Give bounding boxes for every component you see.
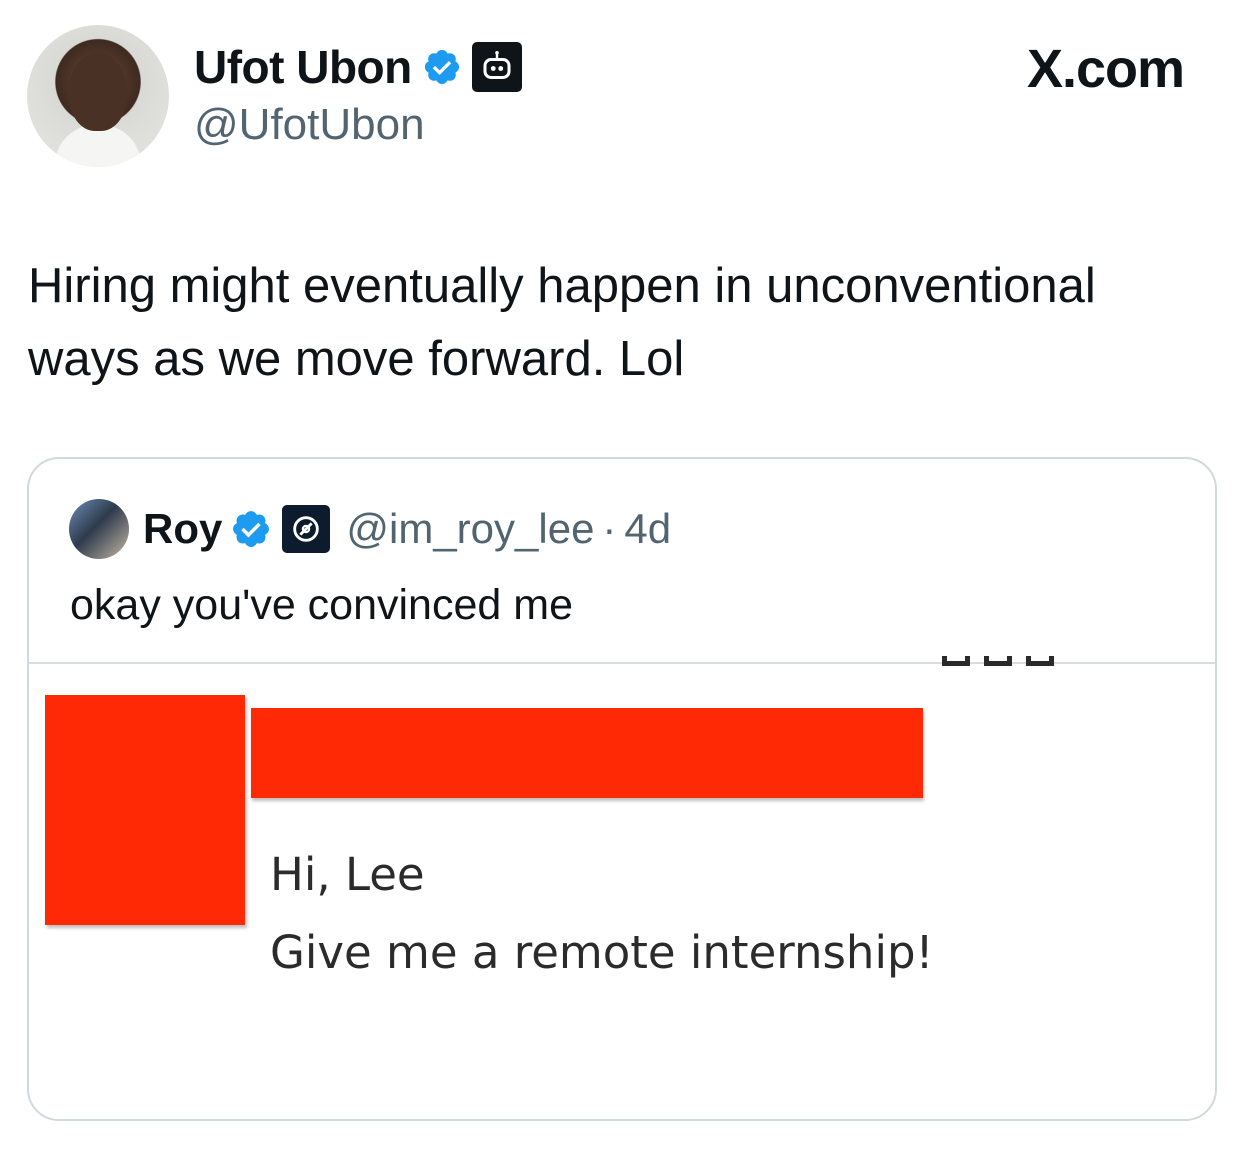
quote-media-image[interactable]: Hi, Lee Give me a remote internship!: [29, 656, 1215, 1119]
quote-text: okay you've convinced me: [70, 581, 573, 629]
avatar-head: [69, 53, 127, 131]
redaction-block-name: [251, 708, 923, 798]
org-badge-icon: [282, 505, 331, 553]
verified-checkmark-icon: [424, 49, 459, 85]
quote-timestamp[interactable]: 4d: [624, 505, 671, 553]
brand-label: X.com: [1026, 39, 1185, 99]
quoted-tweet-card[interactable]: Roy @im_roy_lee · 4d okay you've convinc…: [27, 457, 1217, 1121]
redaction-block-avatar: [45, 695, 245, 925]
robot-badge-icon: [471, 42, 522, 92]
message-body: Give me a remote internship!: [270, 926, 934, 979]
avatar-shirt: [55, 125, 141, 167]
quote-handle[interactable]: @im_roy_lee: [346, 505, 594, 553]
verified-checkmark-icon: [233, 511, 270, 547]
quote-header: Roy @im_roy_lee · 4d: [69, 499, 671, 559]
message-greeting: Hi, Lee: [270, 848, 425, 901]
quote-display-name[interactable]: Roy: [143, 505, 222, 553]
author-display-name[interactable]: Ufot Ubon: [194, 40, 412, 94]
author-avatar[interactable]: [27, 25, 169, 167]
author-name-row: Ufot Ubon: [194, 40, 522, 94]
quote-avatar[interactable]: [69, 499, 129, 559]
quote-separator: ·: [602, 505, 617, 552]
cropped-date-text: [942, 656, 1092, 666]
tweet-text: Hiring might eventually happen in unconv…: [28, 259, 1096, 386]
author-handle[interactable]: @UfotUbon: [194, 100, 425, 150]
